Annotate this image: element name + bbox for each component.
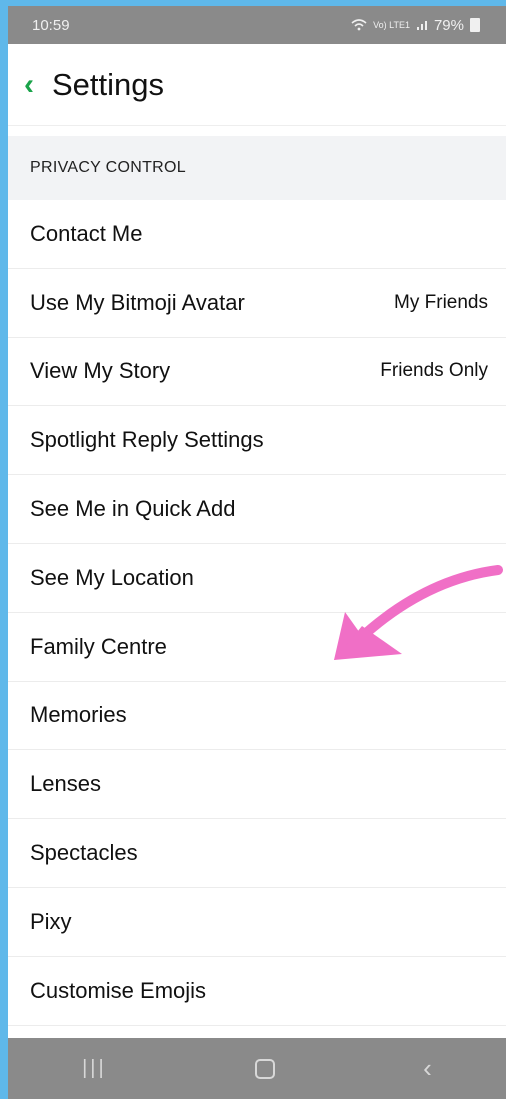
- annotation-arrow-icon: [334, 565, 503, 660]
